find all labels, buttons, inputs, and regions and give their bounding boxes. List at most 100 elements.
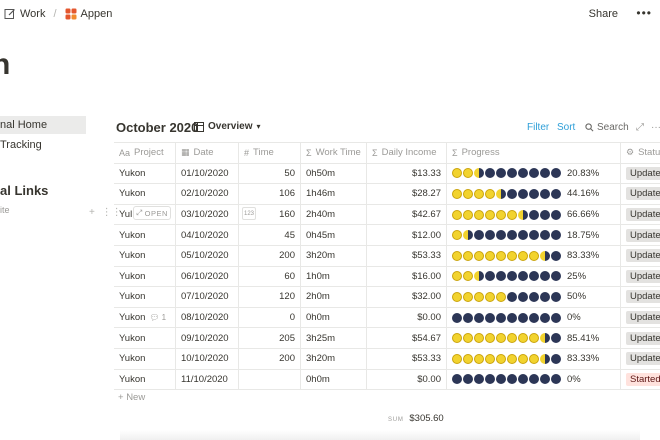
cell-time[interactable]: 205 bbox=[239, 328, 301, 348]
cell-daily-income[interactable]: $53.33 bbox=[367, 245, 447, 266]
table-row[interactable]: Yul 03/10/2020 160 2h40m $42.67 66.66% Update bbox=[114, 204, 660, 226]
cell-status[interactable]: Update bbox=[621, 267, 660, 287]
table-row[interactable]: Yukon 06/10/2020 60 1h0m $16.00 25% Update bbox=[114, 266, 660, 288]
cell-project[interactable]: Yukon bbox=[114, 369, 176, 390]
cell-work-time[interactable]: 0h50m bbox=[301, 163, 367, 184]
cell-work-time[interactable]: 2h0m bbox=[301, 287, 367, 307]
table-row[interactable]: Yukon 10/10/2020 200 3h20m $53.33 83.33% Updat… bbox=[114, 348, 660, 370]
cell-progress[interactable]: 44.16% bbox=[447, 184, 621, 204]
cell-daily-income[interactable]: $28.27 bbox=[367, 184, 447, 204]
cell-status[interactable]: Update bbox=[621, 205, 660, 225]
cell-status[interactable]: Update bbox=[621, 349, 660, 369]
cell-time[interactable]: 45 bbox=[239, 225, 301, 245]
row-drag-controls[interactable]: + ⋮⋮ bbox=[89, 207, 122, 218]
cell-work-time[interactable]: 1h46m bbox=[301, 184, 367, 204]
column-header-progress[interactable]: Σ Progress bbox=[447, 143, 621, 163]
cell-progress[interactable]: 85.41% bbox=[447, 328, 621, 348]
cell-project[interactable]: Yukon bbox=[114, 184, 176, 204]
cell-time[interactable]: 106 bbox=[239, 184, 301, 204]
cell-daily-income[interactable]: $12.00 bbox=[367, 225, 447, 245]
cell-date[interactable]: 04/10/2020 bbox=[176, 225, 239, 245]
cell-time[interactable]: 200 bbox=[239, 348, 301, 369]
sidebar-item-home[interactable]: nal Home bbox=[0, 116, 86, 134]
cell-time[interactable]: 120 bbox=[239, 287, 301, 307]
cell-status[interactable]: Update bbox=[621, 328, 660, 348]
cell-progress[interactable]: 20.83% bbox=[447, 163, 621, 184]
column-header-date[interactable]: ▦ Date bbox=[176, 143, 239, 163]
add-row-icon[interactable]: + bbox=[89, 207, 95, 218]
open-row-button[interactable]: ⤢ OPEN bbox=[133, 206, 171, 220]
cell-project[interactable]: Yukon bbox=[114, 266, 176, 287]
expand-icon[interactable]: ⤢ bbox=[636, 122, 644, 133]
sidebar-link-site[interactable]: ite bbox=[0, 205, 10, 215]
cell-daily-income[interactable]: $0.00 bbox=[367, 369, 447, 390]
cell-work-time[interactable]: 1h0m bbox=[301, 266, 367, 287]
cell-daily-income[interactable]: $0.00 bbox=[367, 307, 447, 328]
cell-date[interactable]: 02/10/2020 bbox=[176, 184, 239, 204]
column-header-status[interactable]: ⚙ Statu bbox=[621, 143, 660, 163]
cell-date[interactable]: 08/10/2020 bbox=[176, 307, 239, 328]
cell-date[interactable]: 07/10/2020 bbox=[176, 287, 239, 307]
daily-income-sum[interactable]: SUM $305.60 bbox=[388, 413, 444, 424]
table-row[interactable]: Yukon 💬︎ 1 08/10/2020 0 0h0m $0.00 0% Update bbox=[114, 307, 660, 329]
table-row[interactable]: Yukon 04/10/2020 45 0h45m $12.00 18.75% Update bbox=[114, 225, 660, 246]
cell-time[interactable]: 200 bbox=[239, 245, 301, 266]
cell-daily-income[interactable]: $42.67 bbox=[367, 204, 447, 225]
cell-project[interactable]: Yukon bbox=[114, 225, 176, 245]
cell-date[interactable]: 01/10/2020 bbox=[176, 163, 239, 184]
sort-button[interactable]: Sort bbox=[557, 122, 575, 133]
search-button[interactable]: Search bbox=[585, 122, 629, 133]
table-row[interactable]: Yukon 01/10/2020 50 0h50m $13.33 20.83% Update bbox=[114, 163, 660, 185]
cell-time[interactable]: 50 bbox=[239, 163, 301, 184]
cell-time[interactable]: 0 bbox=[239, 307, 301, 328]
sidebar-item-tracking[interactable]: Tracking bbox=[0, 136, 42, 154]
cell-daily-income[interactable]: $53.33 bbox=[367, 348, 447, 369]
more-options-icon[interactable]: ••• bbox=[636, 6, 652, 20]
cell-work-time[interactable]: 3h20m bbox=[301, 348, 367, 369]
number-edit-icon[interactable]: 123 bbox=[242, 207, 256, 220]
cell-project[interactable]: Yukon bbox=[114, 348, 176, 369]
filter-button[interactable]: Filter bbox=[527, 122, 549, 133]
cell-date[interactable]: 11/10/2020 bbox=[176, 369, 239, 390]
table-row[interactable]: Yukon 02/10/2020 106 1h46m $28.27 44.16% Updat… bbox=[114, 184, 660, 205]
cell-progress[interactable]: 83.33% bbox=[447, 245, 621, 266]
cell-date[interactable]: 06/10/2020 bbox=[176, 266, 239, 287]
cell-progress[interactable]: 0% bbox=[447, 307, 621, 328]
cell-project[interactable]: Yukon bbox=[114, 287, 176, 307]
cell-progress[interactable]: 18.75% bbox=[447, 225, 621, 245]
cell-daily-income[interactable]: $54.67 bbox=[367, 328, 447, 348]
cell-time[interactable]: 60 bbox=[239, 266, 301, 287]
breadcrumb-appen[interactable]: Appen bbox=[81, 8, 113, 20]
cell-work-time[interactable]: 0h0m bbox=[301, 369, 367, 390]
table-row[interactable]: Yukon 11/10/2020 0h0m $0.00 0% Started bbox=[114, 369, 660, 391]
cell-progress[interactable]: 0% bbox=[447, 369, 621, 390]
new-row-button[interactable]: + New bbox=[118, 392, 145, 403]
cell-work-time[interactable]: 0h0m bbox=[301, 307, 367, 328]
cell-daily-income[interactable]: $16.00 bbox=[367, 266, 447, 287]
cell-project[interactable]: Yukon bbox=[114, 328, 176, 348]
database-more-icon[interactable]: ··· bbox=[651, 122, 660, 133]
cell-status[interactable]: Started bbox=[621, 370, 660, 390]
cell-status[interactable]: Update bbox=[621, 184, 660, 204]
cell-progress[interactable]: 83.33% bbox=[447, 348, 621, 369]
cell-progress[interactable]: 50% bbox=[447, 287, 621, 307]
column-header-project[interactable]: Aa Project bbox=[114, 143, 176, 163]
cell-daily-income[interactable]: $32.00 bbox=[367, 287, 447, 307]
cell-status[interactable]: Update bbox=[621, 287, 660, 307]
cell-work-time[interactable]: 2h40m bbox=[301, 204, 367, 225]
drag-handle-icon[interactable]: ⋮⋮ bbox=[102, 207, 122, 218]
cell-work-time[interactable]: 3h20m bbox=[301, 245, 367, 266]
cell-progress[interactable]: 25% bbox=[447, 266, 621, 287]
table-row[interactable]: Yukon 07/10/2020 120 2h0m $32.00 50% Update bbox=[114, 287, 660, 308]
cell-project[interactable]: Yukon bbox=[114, 245, 176, 266]
share-button[interactable]: Share bbox=[589, 8, 618, 20]
comment-indicator[interactable]: 💬︎ 1 bbox=[149, 313, 166, 322]
cell-date[interactable]: 05/10/2020 bbox=[176, 245, 239, 266]
table-row[interactable]: Yukon 09/10/2020 205 3h25m $54.67 85.41% Updat… bbox=[114, 328, 660, 349]
cell-status[interactable]: Update bbox=[621, 225, 660, 245]
table-row[interactable]: Yukon 05/10/2020 200 3h20m $53.33 83.33% Updat… bbox=[114, 245, 660, 267]
column-header-daily-income[interactable]: Σ Daily Income bbox=[367, 143, 447, 163]
cell-status[interactable]: Update bbox=[621, 164, 660, 184]
cell-time[interactable] bbox=[239, 369, 301, 390]
cell-project[interactable]: Yukon 💬︎ 1 bbox=[114, 307, 176, 328]
